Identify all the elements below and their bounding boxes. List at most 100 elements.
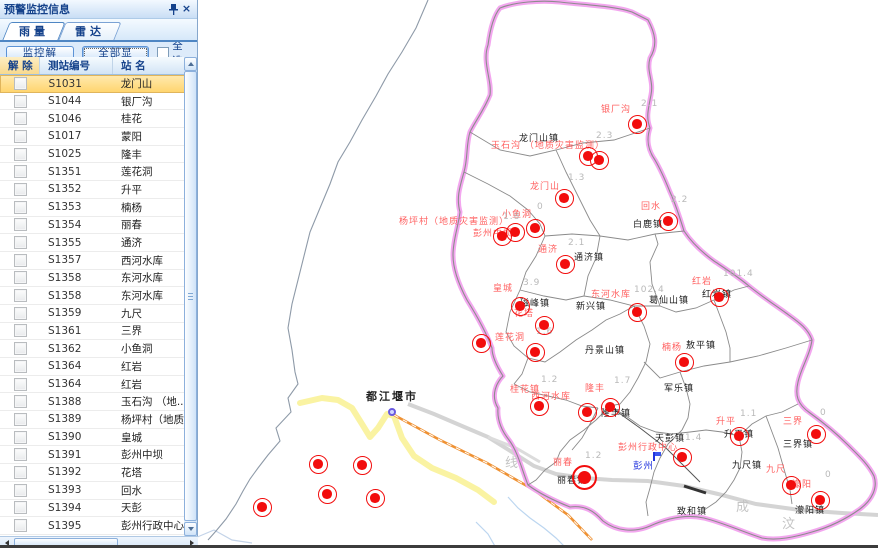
- header-station-name[interactable]: 站 名: [113, 57, 185, 74]
- release-checkbox[interactable]: [14, 112, 27, 125]
- release-checkbox[interactable]: [14, 165, 27, 178]
- station-marker-core: [515, 301, 525, 311]
- vertical-scrollbar[interactable]: [184, 57, 197, 536]
- station-marker[interactable]: [710, 288, 729, 307]
- table-row[interactable]: S1390皇城: [0, 429, 185, 447]
- table-row[interactable]: S1353楠杨: [0, 199, 185, 217]
- station-marker[interactable]: [253, 498, 272, 517]
- pin-icon[interactable]: [167, 3, 180, 15]
- station-value: 2.2: [671, 195, 688, 205]
- table-row[interactable]: S1392花塔: [0, 464, 185, 482]
- station-marker[interactable]: [309, 455, 328, 474]
- release-checkbox[interactable]: [14, 236, 27, 249]
- station-marker[interactable]: [530, 397, 549, 416]
- table-row[interactable]: S1351莲花洞: [0, 163, 185, 181]
- station-value: 2.1: [568, 238, 585, 248]
- release-checkbox[interactable]: [14, 431, 27, 444]
- station-marker-core: [734, 431, 744, 441]
- station-marker[interactable]: [601, 398, 620, 417]
- release-checkbox[interactable]: [14, 183, 27, 196]
- table-row[interactable]: S1359九尺: [0, 305, 185, 323]
- table-row[interactable]: S1357西河水库: [0, 252, 185, 270]
- release-checkbox[interactable]: [14, 395, 27, 408]
- header-release[interactable]: 解 除: [0, 57, 40, 74]
- table-row[interactable]: S1394天彭: [0, 500, 185, 518]
- scroll-up-button[interactable]: [184, 57, 197, 71]
- table-row[interactable]: S1393回水: [0, 482, 185, 500]
- station-value: 0: [825, 470, 832, 480]
- station-marker[interactable]: [590, 151, 609, 170]
- tab-rainfall[interactable]: 雨量: [6, 22, 62, 40]
- table-row[interactable]: S1362小鱼洞: [0, 340, 185, 358]
- release-checkbox[interactable]: [14, 289, 27, 302]
- table-row[interactable]: S1391彭州中坝: [0, 446, 185, 464]
- station-marker[interactable]: [628, 303, 647, 322]
- release-checkbox[interactable]: [14, 448, 27, 461]
- station-value: 1.1: [740, 409, 757, 419]
- station-marker[interactable]: [782, 476, 801, 495]
- station-marker[interactable]: [572, 465, 597, 490]
- table-row[interactable]: S1017蒙阳: [0, 128, 185, 146]
- station-marker[interactable]: [555, 189, 574, 208]
- table-row[interactable]: S1354丽春: [0, 217, 185, 235]
- table-row[interactable]: S1031龙门山: [0, 75, 185, 93]
- station-marker[interactable]: [811, 491, 830, 510]
- station-marker[interactable]: [526, 219, 545, 238]
- release-checkbox[interactable]: [14, 484, 27, 497]
- table-row[interactable]: S1025隆丰: [0, 146, 185, 164]
- table-row[interactable]: S1389杨坪村（地质..: [0, 411, 185, 429]
- table-row[interactable]: S1046桂花: [0, 110, 185, 128]
- release-checkbox[interactable]: [14, 413, 27, 426]
- release-checkbox[interactable]: [14, 466, 27, 479]
- station-label: 莲花洞: [495, 330, 525, 343]
- release-checkbox[interactable]: [14, 519, 27, 532]
- station-marker[interactable]: [807, 425, 826, 444]
- vertical-scroll-thumb[interactable]: [184, 71, 197, 521]
- station-marker[interactable]: [673, 448, 692, 467]
- table-row[interactable]: S1364红岩: [0, 358, 185, 376]
- table-row[interactable]: S1355通济: [0, 234, 185, 252]
- station-marker[interactable]: [730, 427, 749, 446]
- tab-radar[interactable]: 雷达: [62, 22, 118, 40]
- station-marker[interactable]: [675, 353, 694, 372]
- table-row[interactable]: S1395彭州行政中心: [0, 517, 185, 535]
- release-checkbox[interactable]: [14, 254, 27, 267]
- release-checkbox[interactable]: [14, 271, 27, 284]
- table-row[interactable]: S1358东河水库: [0, 287, 185, 305]
- scroll-down-button[interactable]: [184, 522, 197, 536]
- release-checkbox[interactable]: [14, 360, 27, 373]
- station-marker[interactable]: [659, 212, 678, 231]
- table-row[interactable]: S1352升平: [0, 181, 185, 199]
- release-checkbox[interactable]: [14, 130, 27, 143]
- station-marker[interactable]: [353, 456, 372, 475]
- release-checkbox[interactable]: [14, 201, 27, 214]
- release-checkbox[interactable]: [14, 218, 27, 231]
- station-marker[interactable]: [556, 255, 575, 274]
- header-station-id[interactable]: 测站编号: [40, 57, 113, 74]
- station-marker[interactable]: [472, 334, 491, 353]
- station-marker-core: [714, 292, 724, 302]
- release-checkbox[interactable]: [14, 501, 27, 514]
- table-row[interactable]: S1358东河水库: [0, 270, 185, 288]
- station-marker[interactable]: [535, 316, 554, 335]
- close-icon[interactable]: ×: [180, 3, 193, 15]
- release-checkbox[interactable]: [14, 148, 27, 161]
- release-checkbox[interactable]: [14, 378, 27, 391]
- station-marker[interactable]: [506, 223, 525, 242]
- station-marker[interactable]: [318, 485, 337, 504]
- release-checkbox[interactable]: [14, 324, 27, 337]
- release-checkbox[interactable]: [14, 307, 27, 320]
- station-marker[interactable]: [526, 343, 545, 362]
- table-row[interactable]: S1361三界: [0, 323, 185, 341]
- release-checkbox[interactable]: [14, 342, 27, 355]
- table-row[interactable]: S1044银厂沟: [0, 93, 185, 111]
- station-marker[interactable]: [511, 297, 530, 316]
- release-checkbox[interactable]: [14, 77, 27, 90]
- table-row[interactable]: S1364红岩: [0, 376, 185, 394]
- station-marker[interactable]: [578, 403, 597, 422]
- release-checkbox[interactable]: [14, 95, 27, 108]
- station-label: 楠杨: [662, 340, 682, 353]
- station-marker[interactable]: [366, 489, 385, 508]
- table-row[interactable]: S1388玉石沟 （地..: [0, 393, 185, 411]
- station-marker[interactable]: [628, 115, 647, 134]
